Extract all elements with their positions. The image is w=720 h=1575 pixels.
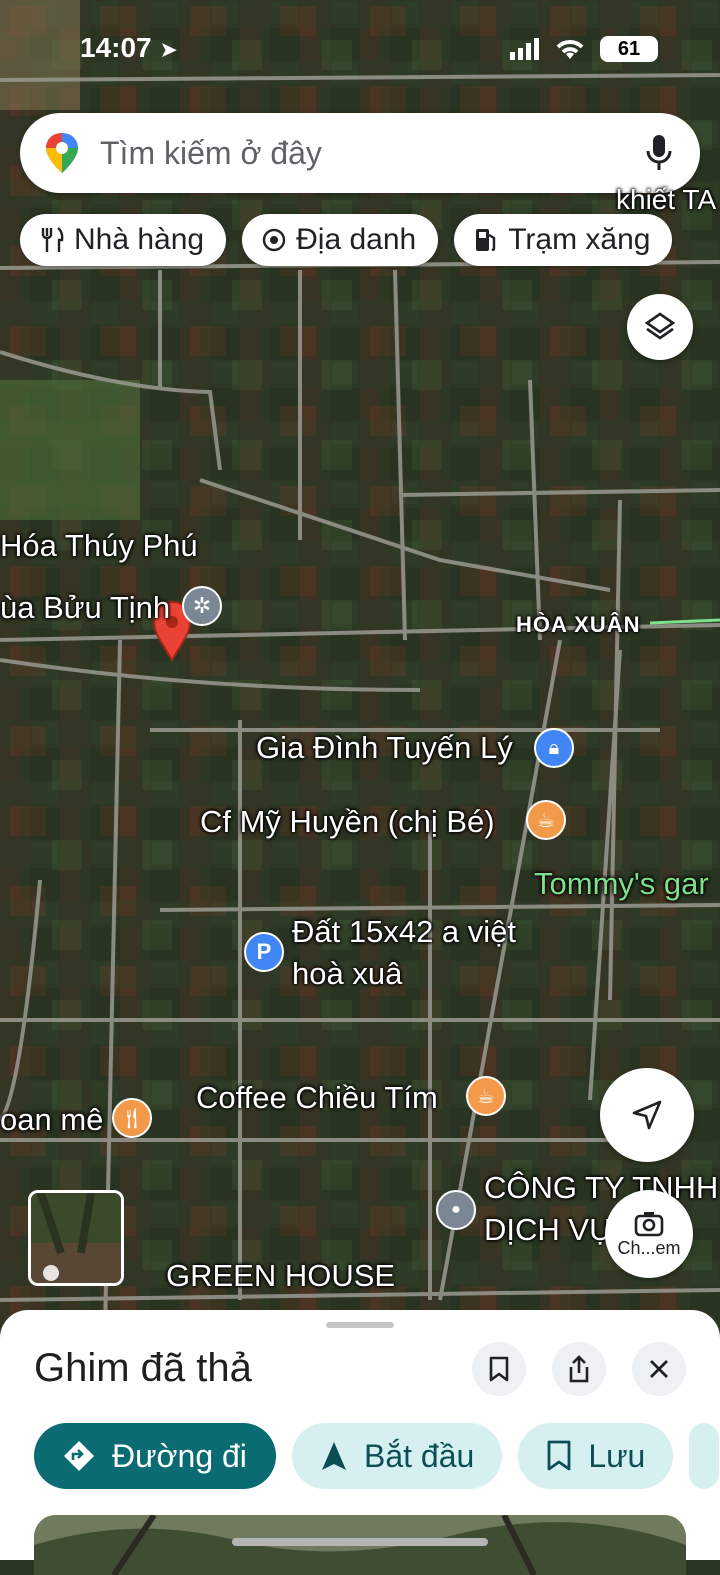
sheet-title: Ghim đã thả [34, 1346, 252, 1390]
save-button[interactable]: Lưu [518, 1423, 674, 1489]
location-arrow-icon: ➤ [159, 37, 178, 62]
street-view-image [31, 1193, 121, 1283]
bookmark-icon [489, 1356, 509, 1382]
camera-search-button[interactable]: Ch...em [605, 1190, 693, 1278]
clock-time: 14:07 [80, 32, 152, 63]
camera-label: Ch...em [617, 1237, 681, 1258]
layers-button[interactable] [627, 294, 693, 360]
chip-landmarks[interactable]: Địa danh [242, 214, 439, 266]
bookmark-icon [547, 1440, 571, 1471]
clock: 14:07 ➤ [80, 32, 178, 64]
restaurant-poi-icon[interactable]: 🍴︎ [112, 1098, 152, 1138]
business-pin-icon[interactable]: ● [436, 1190, 476, 1230]
restaurant-icon [41, 227, 64, 252]
bookmark-button[interactable] [472, 1342, 526, 1396]
close-button[interactable] [632, 1342, 686, 1396]
camera-icon [634, 1211, 664, 1236]
chip-gas-stations[interactable]: Trạm xăng [454, 214, 673, 266]
map-label[interactable]: khiết TA [616, 184, 716, 216]
chip-label: Nhà hàng [74, 223, 205, 256]
chip-restaurants[interactable]: Nhà hàng [20, 214, 227, 266]
search-input[interactable]: Tìm kiếm ở đây [100, 135, 644, 172]
google-maps-pin-icon [46, 133, 78, 173]
battery-indicator: 61 [600, 36, 658, 62]
area-label-hoa-xuan: HÒA XUÂN [516, 612, 641, 637]
action-buttons-row: Đường đi Bắt đầu Lưu [34, 1423, 720, 1489]
shopping-bag-icon[interactable]: 🔒︎ [534, 728, 574, 768]
cellular-signal-icon [510, 38, 539, 60]
chip-label: Trạm xăng [508, 223, 651, 256]
directions-icon [64, 1441, 94, 1471]
status-bar: 14:07 ➤ 61 [0, 0, 720, 100]
map-label[interactable]: CÔNG TY TNHH [484, 1170, 718, 1206]
home-indicator [232, 1538, 488, 1546]
map-label[interactable]: Gia Đình Tuyến Lý [256, 730, 513, 766]
temple-icon[interactable]: ✲ [182, 586, 222, 626]
more-actions-button[interactable] [689, 1423, 720, 1489]
search-bar[interactable]: Tìm kiếm ở đây [20, 113, 700, 193]
map-label[interactable]: Đất 15x42 a việt [292, 914, 516, 950]
rotate-360-icon [43, 1265, 59, 1281]
street-view-thumbnail[interactable] [28, 1190, 124, 1286]
category-chips: Nhà hàng Địa danh Trạm xăng [20, 214, 673, 268]
chip-label: Địa danh [296, 223, 417, 256]
map-label[interactable]: oan mê [0, 1102, 103, 1138]
gas-station-icon [476, 229, 496, 251]
share-icon [569, 1355, 589, 1383]
save-label: Lưu [588, 1437, 646, 1474]
map-label[interactable]: Coffee Chiều Tím [196, 1080, 438, 1116]
cafe-icon[interactable]: ☕︎ [526, 800, 566, 840]
start-navigation-button[interactable]: Bắt đầu [292, 1423, 503, 1489]
map-label[interactable]: Hóa Thúy Phú [0, 528, 198, 564]
battery-level: 61 [617, 37, 641, 60]
close-icon [650, 1360, 668, 1378]
start-label: Bắt đầu [364, 1437, 475, 1474]
share-button[interactable] [552, 1342, 606, 1396]
map-label[interactable]: hoà xuâ [292, 956, 402, 992]
directions-button[interactable]: Đường đi [34, 1423, 276, 1489]
map-label[interactable]: GREEN HOUSE [166, 1258, 395, 1294]
parking-icon[interactable]: P [244, 932, 284, 972]
map-label[interactable]: Tommy's gar [534, 866, 709, 902]
cafe-icon[interactable]: ☕︎ [466, 1076, 506, 1116]
microphone-icon[interactable] [644, 133, 674, 173]
place-bottom-sheet: Ghim đã thả Đường đi Bắt đầu Lưu [0, 1310, 720, 1575]
navigation-arrow-icon [632, 1100, 662, 1130]
directions-label: Đường đi [112, 1437, 247, 1474]
navigation-start-icon [322, 1442, 346, 1470]
layers-icon [644, 312, 676, 340]
map-label[interactable]: ùa Bửu Tịnh [0, 590, 170, 626]
map-label[interactable]: Cf Mỹ Huyền (chị Bé) [200, 804, 495, 840]
wifi-icon [556, 40, 584, 59]
drag-handle[interactable] [326, 1322, 394, 1328]
my-location-button[interactable] [600, 1068, 694, 1162]
landmark-icon [262, 228, 286, 252]
